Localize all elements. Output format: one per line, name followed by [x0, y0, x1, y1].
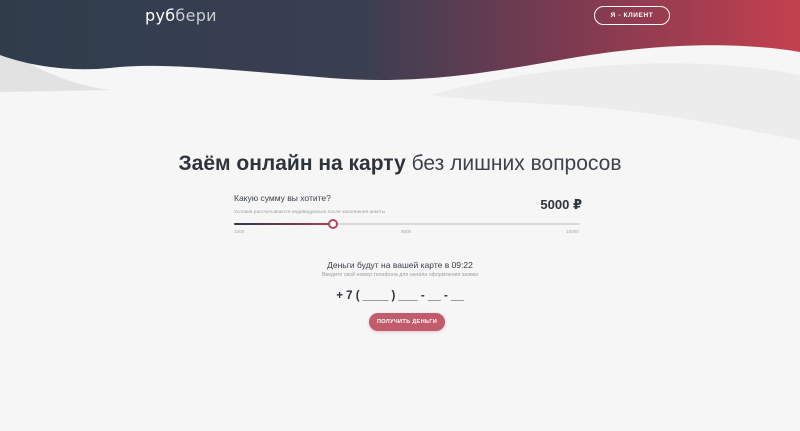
slider-tick-min: 1000 [234, 229, 245, 234]
money-delivery-time: Деньги будут на вашей карте в 09:22 [327, 260, 473, 270]
header-banner [0, 0, 800, 150]
amount-hint-text: Условия рассчитываются индивидуально пос… [234, 210, 386, 215]
page-title-light: без лишних вопросов [411, 152, 622, 175]
get-money-button[interactable]: ПОЛУЧИТЬ ДЕНЬГИ [369, 313, 445, 331]
amount-question-label: Какую сумму вы хотите? [234, 193, 331, 203]
client-login-button[interactable]: Я - КЛИЕНТ [594, 6, 670, 25]
amount-value-display: 5000 ₽ [540, 197, 582, 212]
brand-logo[interactable]: руббери [145, 6, 217, 25]
phone-input[interactable] [320, 286, 480, 306]
logo-text-primary: руб [145, 6, 176, 25]
logo-text-secondary: бери [175, 6, 217, 25]
slider-tick-mid: 8000 [401, 229, 412, 234]
slider-tick-max: 15000 [566, 229, 579, 234]
slider-handle[interactable] [327, 219, 338, 229]
phone-hint-text: Введите свой номер телефона для начала о… [321, 272, 479, 278]
slider-fill [234, 223, 333, 225]
header-wave-background [0, 0, 800, 140]
page-title: Заём онлайн на карту без лишних вопросов [0, 152, 800, 176]
page-title-bold: Заём онлайн на карту [178, 152, 406, 175]
